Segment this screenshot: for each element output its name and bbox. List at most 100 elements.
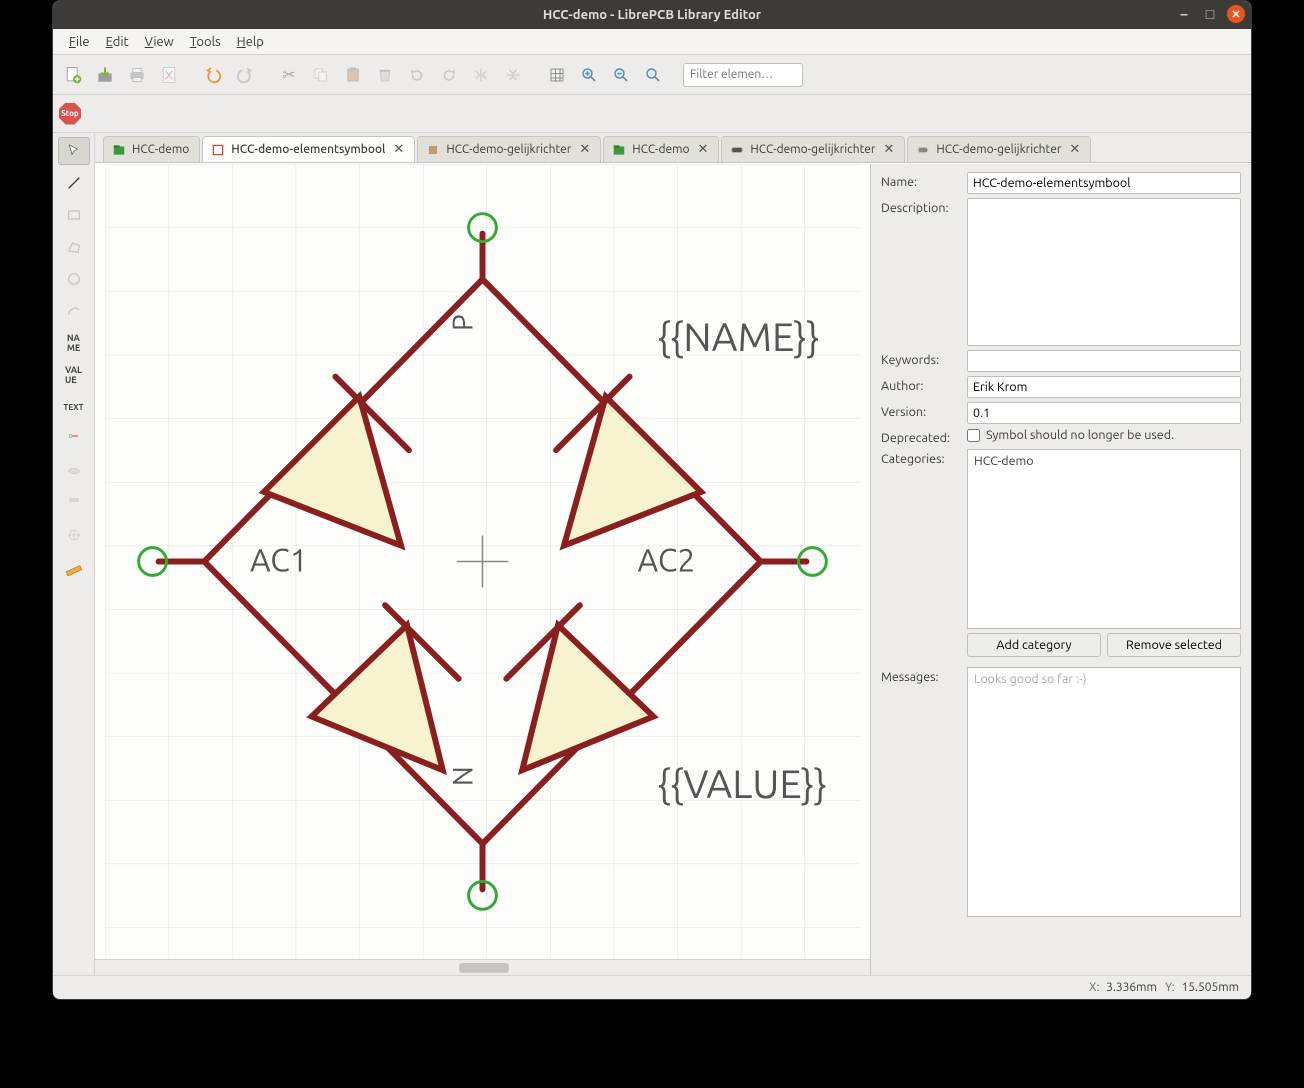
pin-tool[interactable] [58,425,90,453]
description-input[interactable] [967,198,1241,346]
tab-4[interactable]: HCC-demo-gelijkrichter ✕ [721,136,905,162]
arc-tool[interactable] [58,297,90,325]
circle-tool[interactable] [58,265,90,293]
copy-button[interactable] [307,61,335,89]
tab-3[interactable]: HCC-demo ✕ [603,136,719,162]
target-tool[interactable] [58,521,90,549]
tab-1[interactable]: HCC-demo-elementsymbool ✕ [202,136,415,162]
zoom-fit-button[interactable] [639,61,667,89]
version-input[interactable] [967,402,1241,424]
tab-close-button[interactable]: ✕ [577,142,590,157]
status-y-label: Y: [1165,981,1175,994]
zoom-out-button[interactable] [607,61,635,89]
cut-button[interactable]: ✂ [275,61,303,89]
window-minimize-button[interactable]: – [1175,5,1193,23]
tab-2[interactable]: HCC-demo-gelijkrichter ✕ [417,136,601,162]
window-maximize-button[interactable]: □ [1201,5,1219,23]
name-label: Name: [881,172,959,189]
mirror-v-button[interactable] [499,61,527,89]
schematic-canvas[interactable]: P N AC1 AC2 {{NAME}} {{VALUE}} [95,164,870,959]
pad-tool[interactable] [58,489,90,517]
keywords-input[interactable] [967,350,1241,372]
deprecated-text: Symbol should no longer be used. [986,428,1174,442]
app-window: HCC-demo - LibrePCB Library Editor – □ ✕… [52,0,1252,1000]
tab-5[interactable]: HCC-demo-gelijkrichter ✕ [907,136,1091,162]
tab-icon [916,143,930,157]
tab-label: HCC-demo-gelijkrichter [936,143,1061,156]
zoom-in-button[interactable] [575,61,603,89]
tab-close-button[interactable]: ✕ [391,142,404,157]
new-button[interactable] [59,61,87,89]
rotate-ccw-button[interactable] [403,61,431,89]
pin-label-p: P [448,314,479,331]
hole-tool[interactable] [58,457,90,485]
status-x-label: X: [1089,981,1099,994]
keywords-label: Keywords: [881,350,959,367]
name-input[interactable] [967,172,1241,194]
tab-close-button[interactable]: ✕ [881,142,894,157]
tab-bar: HCC-demoHCC-demo-elementsymbool✕HCC-demo… [95,133,1251,163]
deprecated-label: Deprecated: [881,428,959,445]
paste-button[interactable] [339,61,367,89]
tab-icon [426,143,440,157]
line-tool[interactable] [58,169,90,197]
window-title: HCC-demo - LibrePCB Library Editor [543,8,761,22]
status-y-value: 15.505mm [1181,981,1239,994]
title-bar: HCC-demo - LibrePCB Library Editor – □ ✕ [53,1,1251,29]
main-toolbar: ✂ [53,55,1251,95]
window-close-button[interactable]: ✕ [1227,5,1245,23]
menu-help[interactable]: Help [229,33,272,51]
filter-input[interactable] [683,63,803,87]
version-label: Version: [881,402,959,419]
tab-0[interactable]: HCC-demo [103,136,200,162]
tab-close-button[interactable]: ✕ [696,142,709,157]
tab-label: HCC-demo [632,143,689,156]
name-tool[interactable]: NAME [58,329,90,357]
rect-tool[interactable] [58,201,90,229]
add-category-button[interactable]: Add category [967,633,1101,657]
print-button[interactable] [123,61,151,89]
tab-label: HCC-demo [132,143,189,156]
undo-button[interactable] [199,61,227,89]
tab-icon [211,143,225,157]
tab-icon [112,143,126,157]
save-button[interactable] [91,61,119,89]
pin-label-ac2: AC2 [638,542,696,578]
tool-palette: NAME VALUE TEXT [53,133,95,975]
menu-bar: File Edit View Tools Help [53,29,1251,55]
abort-button[interactable]: Stop [59,103,81,125]
pin-label-ac1: AC1 [250,542,308,578]
export-pdf-button[interactable] [155,61,183,89]
mirror-h-button[interactable] [467,61,495,89]
author-input[interactable] [967,376,1241,398]
select-tool[interactable] [58,137,90,165]
grid-button[interactable] [543,61,571,89]
delete-button[interactable] [371,61,399,89]
tab-close-button[interactable]: ✕ [1067,142,1080,157]
description-label: Description: [881,198,959,215]
text-tool[interactable]: TEXT [58,393,90,421]
categories-label: Categories: [881,449,959,466]
content-area: NAME VALUE TEXT HCC-demo HCC-demo-element… [53,133,1251,975]
editor: HCC-demoHCC-demo-elementsymbool✕HCC-demo… [95,133,1251,975]
measure-tool[interactable] [58,553,90,581]
polygon-tool[interactable] [58,233,90,261]
categories-list[interactable]: HCC-demo [967,449,1241,629]
menu-tools[interactable]: Tools [182,33,229,51]
menu-file[interactable]: File [61,33,98,51]
messages-box: Looks good so far :-) [967,667,1241,917]
redo-button[interactable] [231,61,259,89]
tab-label: HCC-demo-elementsymbool [231,143,385,156]
horizontal-scrollbar[interactable] [95,959,870,975]
menu-view[interactable]: View [137,33,182,51]
menu-edit[interactable]: Edit [98,33,137,51]
remove-selected-button[interactable]: Remove selected [1107,633,1241,657]
deprecated-checkbox[interactable] [967,429,980,442]
tab-label: HCC-demo-gelijkrichter [446,143,571,156]
tab-label: HCC-demo-gelijkrichter [750,143,875,156]
rotate-cw-button[interactable] [435,61,463,89]
tab-icon [612,143,626,157]
status-bar: X: 3.336mm Y: 15.505mm [53,975,1251,999]
value-tool[interactable]: VALUE [58,361,90,389]
properties-panel: Name: Description: Keywords: Author: [871,164,1251,975]
